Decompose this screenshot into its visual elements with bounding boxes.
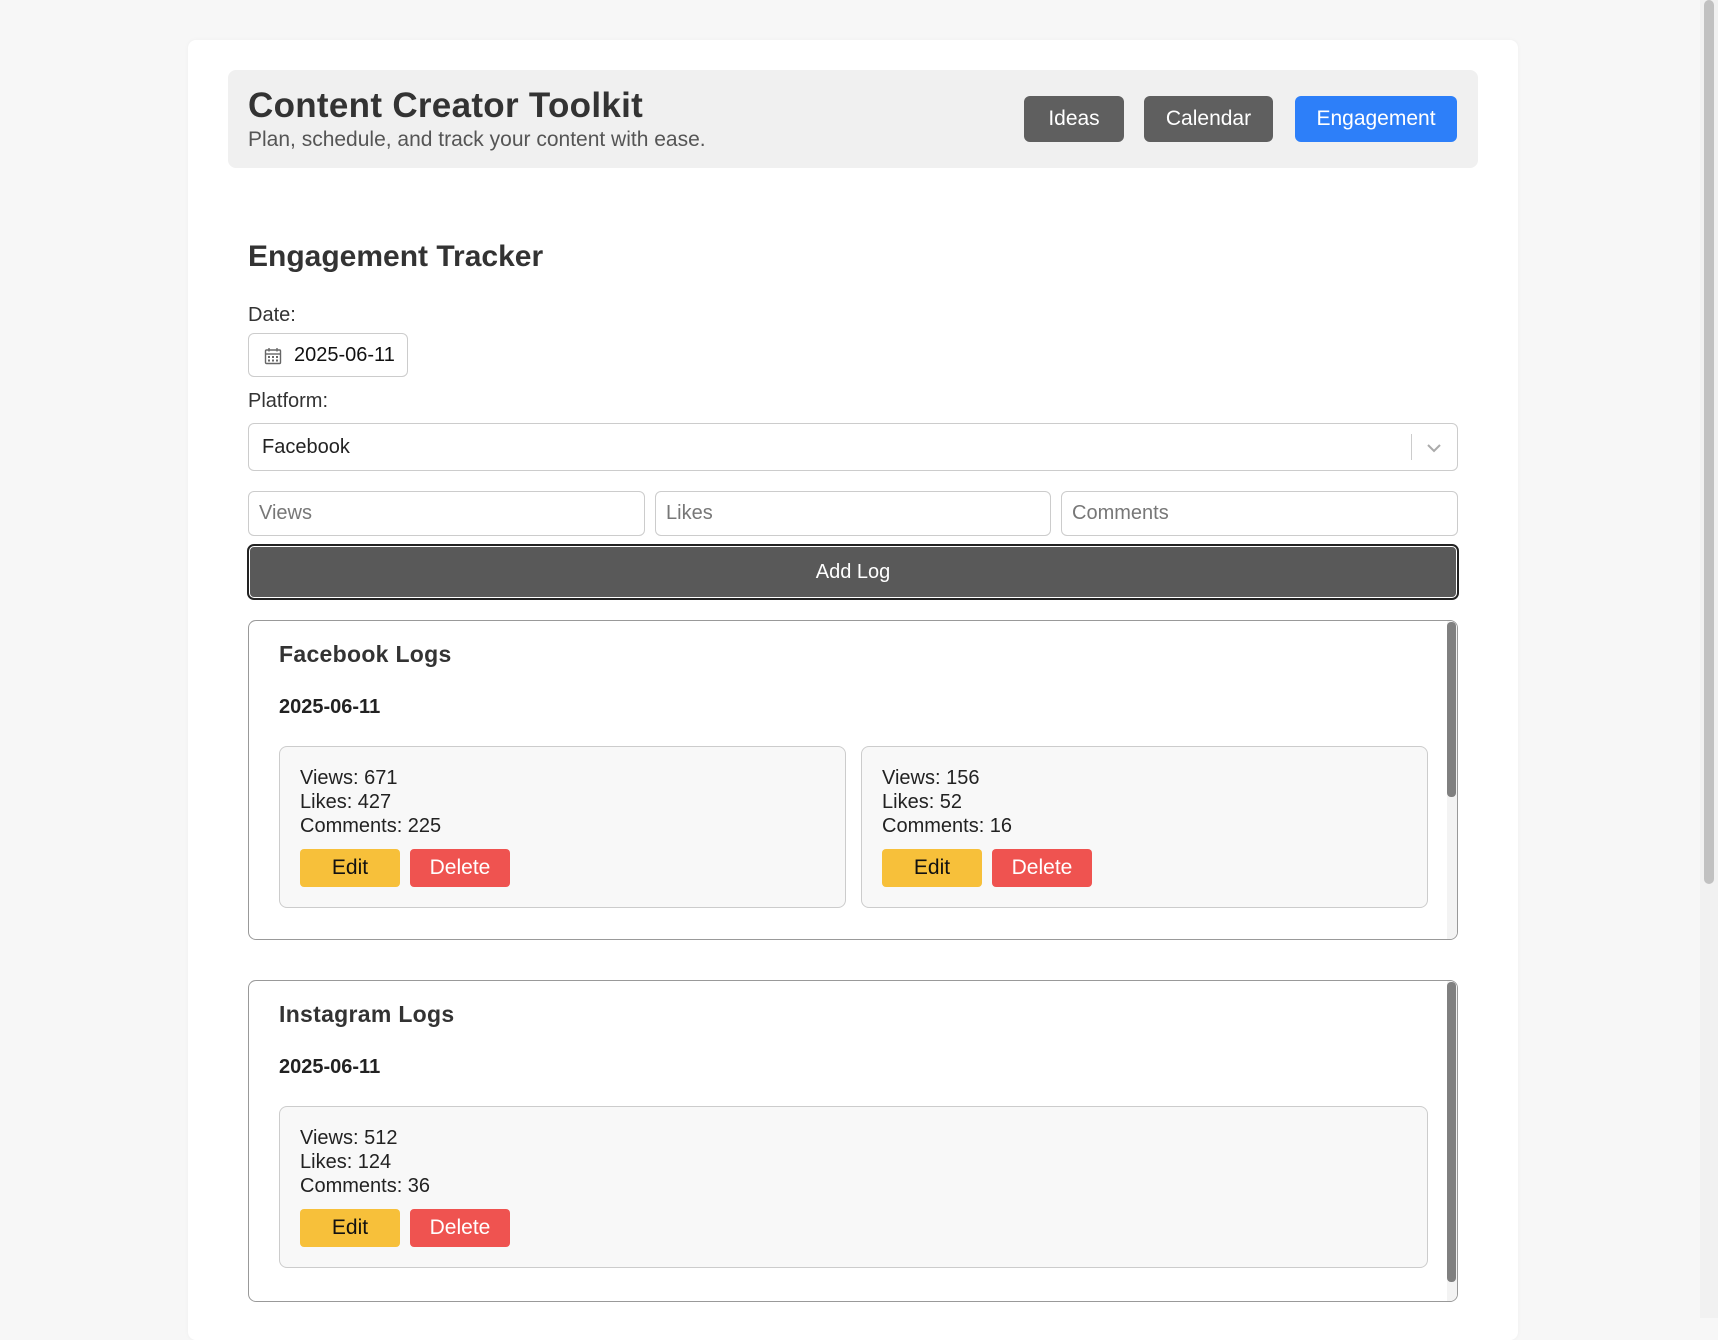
app-header: Content Creator Toolkit Plan, schedule, … (228, 70, 1478, 168)
log-views: Views: 512 (300, 1127, 398, 1149)
log-card: Views: 671 Likes: 427 Comments: 225 Edit… (279, 746, 846, 908)
chevron-down-icon[interactable] (1425, 439, 1443, 457)
platform-label: Platform: (248, 390, 329, 412)
log-views: Views: 156 (882, 767, 980, 789)
app-title: Content Creator Toolkit (248, 86, 644, 125)
main-container: Content Creator Toolkit Plan, schedule, … (188, 40, 1518, 1340)
delete-button[interactable]: Delete (992, 849, 1092, 887)
panel-scrollbar-thumb[interactable] (1447, 622, 1456, 797)
calendar-icon[interactable] (264, 347, 282, 365)
date-value: 2025-06-11 (294, 344, 395, 366)
log-likes: Likes: 427 (300, 791, 392, 813)
nav-ideas-button[interactable]: Ideas (1024, 96, 1124, 142)
select-divider (1411, 434, 1412, 460)
log-card: Views: 156 Likes: 52 Comments: 16 Edit D… (861, 746, 1428, 908)
app-subtitle: Plan, schedule, and track your content w… (248, 128, 706, 151)
nav-calendar-button[interactable]: Calendar (1144, 96, 1273, 142)
log-date-heading: 2025-06-11 (279, 696, 381, 718)
edit-button[interactable]: Edit (300, 1209, 400, 1247)
likes-input[interactable] (655, 491, 1051, 536)
add-log-button[interactable]: Add Log (247, 544, 1459, 600)
platform-select-value: Facebook (262, 436, 350, 458)
instagram-logs-panel: Instagram Logs 2025-06-11 Views: 512 Lik… (248, 980, 1458, 1302)
edit-button[interactable]: Edit (300, 849, 400, 887)
log-likes: Likes: 52 (882, 791, 963, 813)
comments-input[interactable] (1061, 491, 1458, 536)
log-comments: Comments: 36 (300, 1175, 431, 1197)
delete-button[interactable]: Delete (410, 849, 510, 887)
log-comments: Comments: 225 (300, 815, 442, 837)
log-likes: Likes: 124 (300, 1151, 392, 1173)
log-date-heading: 2025-06-11 (279, 1056, 381, 1078)
section-title: Engagement Tracker (248, 240, 544, 273)
platform-select[interactable]: Facebook (248, 423, 1458, 471)
delete-button[interactable]: Delete (410, 1209, 510, 1247)
facebook-logs-panel: Facebook Logs 2025-06-11 Views: 671 Like… (248, 620, 1458, 940)
date-label: Date: (248, 304, 296, 326)
log-comments: Comments: 16 (882, 815, 1013, 837)
panel-scrollbar-thumb[interactable] (1447, 982, 1456, 1282)
page-scrollbar-thumb[interactable] (1704, 0, 1714, 884)
nav-engagement-button[interactable]: Engagement (1295, 96, 1457, 142)
panel-scrollbar[interactable] (1447, 981, 1457, 1301)
date-input[interactable]: 2025-06-11 (248, 333, 408, 377)
page-scrollbar[interactable] (1700, 0, 1718, 1318)
panel-title: Facebook Logs (279, 641, 452, 667)
panel-title: Instagram Logs (279, 1001, 455, 1027)
log-card: Views: 512 Likes: 124 Comments: 36 Edit … (279, 1106, 1428, 1268)
panel-scrollbar[interactable] (1447, 621, 1457, 939)
edit-button[interactable]: Edit (882, 849, 982, 887)
log-views: Views: 671 (300, 767, 398, 789)
views-input[interactable] (248, 491, 645, 536)
